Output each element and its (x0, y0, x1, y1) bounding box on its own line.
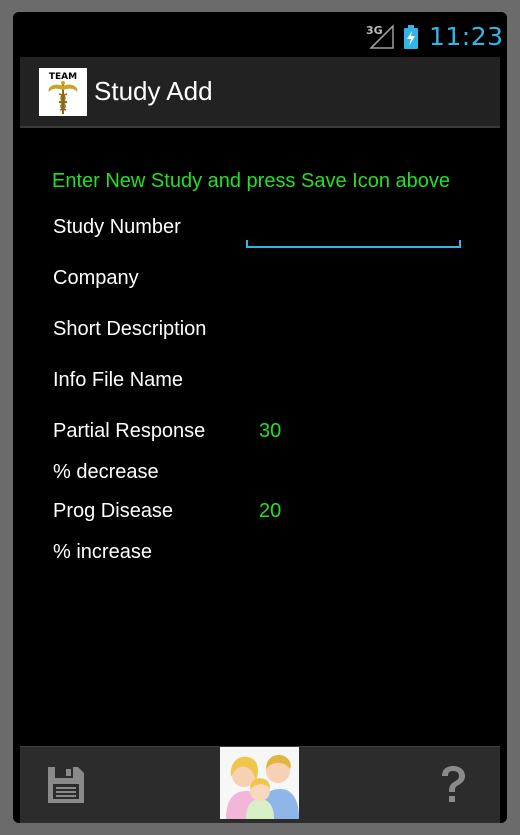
bottom-bar (20, 746, 500, 823)
help-question-icon (442, 766, 465, 802)
save-floppy-icon (48, 767, 84, 803)
increase-unit-label: % increase (53, 541, 152, 563)
family-icon (220, 747, 299, 819)
prog-disease-label: Prog Disease (53, 500, 174, 522)
study-number-label: Study Number (53, 216, 181, 238)
decrease-unit-label: % decrease (53, 461, 159, 483)
app-logo[interactable]: TEAM (39, 68, 87, 116)
partial-response-value[interactable]: 30 (259, 420, 281, 443)
device-screen: 3G 11:23 TEAM Study Add Enter New Study … (13, 12, 507, 823)
save-button[interactable] (44, 763, 88, 807)
family-image[interactable] (220, 747, 299, 819)
input-underline-right (459, 240, 461, 248)
battery-charging-icon (404, 25, 418, 49)
prog-disease-value[interactable]: 20 (259, 500, 281, 523)
study-add-form: Enter New Study and press Save Icon abov… (13, 130, 507, 746)
info-file-name-label: Info File Name (53, 369, 184, 391)
action-bar: TEAM Study Add (20, 57, 500, 128)
status-bar: 3G 11:23 (13, 12, 507, 57)
help-button[interactable] (438, 765, 468, 805)
page-title: Study Add (94, 76, 213, 106)
input-underline-left (246, 240, 248, 248)
caduceus-icon: TEAM (48, 72, 78, 114)
partial-response-label: Partial Response (53, 420, 206, 442)
study-number-input[interactable] (246, 216, 461, 248)
logo-text: TEAM (49, 72, 77, 82)
network-type-label: 3G (366, 24, 383, 37)
instruction-text: Enter New Study and press Save Icon abov… (52, 170, 451, 192)
status-clock: 11:23 (429, 22, 504, 51)
short-description-label: Short Description (53, 318, 207, 340)
company-label: Company (53, 267, 139, 289)
